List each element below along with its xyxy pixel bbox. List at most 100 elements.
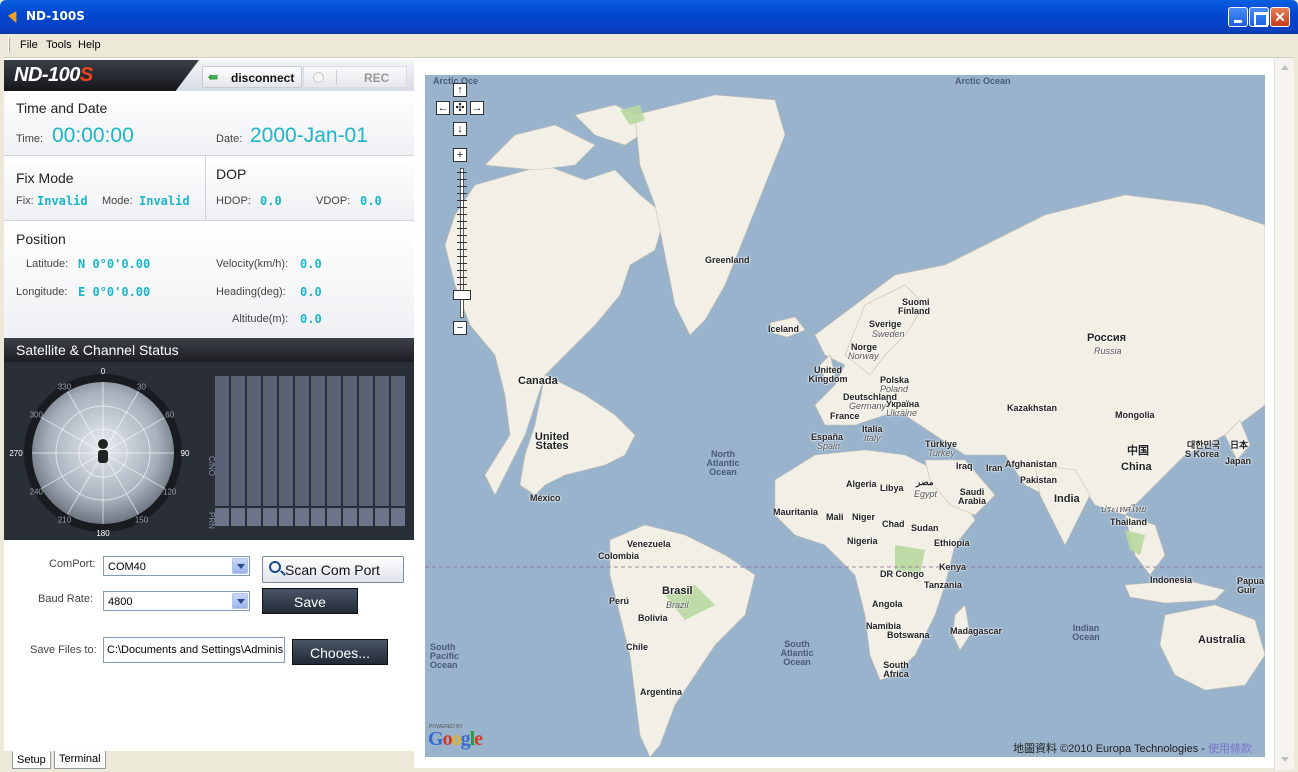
map-label-india: India	[1054, 493, 1080, 505]
longitude-value: E 0°0'0.00	[78, 285, 151, 299]
map-label-south-atlantic: South Atlantic Ocean	[780, 639, 814, 667]
map-label-ethiopia: Ethiopia	[934, 538, 970, 548]
fix-label: Fix:	[16, 195, 34, 207]
save-path-value: C:\Documents and Settings\Adminis	[107, 644, 284, 656]
map-copyright: 地圖資料 ©2010 Europa Technologies - 使用條款	[1013, 740, 1252, 756]
save-path-field[interactable]: C:\Documents and Settings\Adminis	[103, 637, 285, 663]
channel-bar	[375, 376, 389, 506]
terms-of-use-link[interactable]: 使用條款	[1208, 743, 1252, 755]
compass-label: 300	[30, 411, 44, 420]
heading-label: Heading(deg):	[216, 286, 286, 298]
divider	[205, 156, 206, 220]
map-label-canada: Canada	[518, 375, 558, 387]
zoom-tick	[457, 270, 467, 271]
rec-separator	[336, 70, 337, 84]
scan-label: Scan Com Port	[285, 562, 380, 578]
close-button[interactable]: ✕	[1270, 7, 1290, 27]
zoom-tick	[457, 284, 467, 285]
tab-setup[interactable]: Setup	[12, 751, 51, 769]
time-date-title: Time and Date	[16, 100, 108, 116]
altitude-value: 0.0	[300, 312, 322, 326]
window-title: ND-100S	[26, 9, 85, 23]
map-label-mongolia: Mongolia	[1115, 410, 1155, 420]
zoom-tick	[457, 228, 467, 229]
map-label-afghanistan: Afghanistan	[1005, 459, 1058, 469]
maximize-button[interactable]	[1249, 7, 1269, 27]
comport-value: COM40	[108, 561, 146, 573]
map-label-united-states: United States	[534, 431, 570, 452]
map-label-indonesia: Indonesia	[1150, 575, 1193, 585]
zoom-in-button[interactable]: +	[453, 148, 467, 162]
map-label-niger: Niger	[852, 512, 876, 522]
menu-file[interactable]: File	[20, 39, 38, 51]
zoom-tick	[457, 277, 467, 278]
map-label-kazakhstan: Kazakhstan	[1007, 403, 1058, 413]
map-label-botswana: Botswana	[887, 630, 930, 640]
map-label-north-atlantic: North Atlantic Ocean	[706, 449, 740, 477]
map-label-sverige: Sverige	[869, 319, 902, 329]
map-label-angola: Angola	[872, 599, 903, 609]
fix-value: Invalid	[37, 194, 88, 208]
latitude-value: N 0°0'0.00	[78, 257, 151, 271]
zoom-out-button[interactable]: −	[453, 321, 467, 335]
baud-rate-select[interactable]: 4800	[103, 591, 250, 611]
menu-help[interactable]: Help	[78, 39, 101, 51]
map-label-indian-ocean: Indian Ocean	[1072, 623, 1100, 642]
minimize-button[interactable]	[1228, 7, 1248, 27]
title-bar: ND-100S ✕	[0, 0, 1298, 34]
map-label-brazil: Brazil	[666, 600, 689, 610]
scroll-down-icon[interactable]	[1277, 752, 1293, 768]
save-button[interactable]: Save	[262, 588, 358, 614]
date-label: Date:	[216, 133, 243, 145]
choose-button[interactable]: Chooes...	[292, 639, 388, 665]
pan-right-button[interactable]: →	[470, 101, 484, 115]
pan-center-button[interactable]: ✣	[453, 101, 467, 115]
cno-label: C/NO	[207, 456, 216, 476]
map-label-iran: Iran	[986, 463, 1003, 473]
zoom-tick	[457, 263, 467, 264]
map-label-finland: Finland	[898, 306, 930, 316]
time-value: 00:00:00	[52, 124, 134, 147]
map-label-mexico: México	[530, 493, 561, 503]
chevron-down-icon[interactable]	[232, 558, 248, 574]
prn-cell	[295, 508, 309, 526]
compass-label: 60	[165, 411, 174, 420]
map-label-misr: مصر	[916, 477, 934, 487]
baud-rate-label: Baud Rate:	[38, 593, 94, 605]
map-label-brasil: Brasil	[662, 585, 693, 597]
map-label-united-kingdom: United Kingdom	[808, 365, 848, 384]
pan-up-button[interactable]: ↑	[453, 83, 467, 97]
menu-tools[interactable]: Tools	[46, 39, 72, 51]
scroll-up-icon[interactable]	[1277, 60, 1293, 76]
copyright-text: 地圖資料 ©2010 Europa Technologies -	[1013, 743, 1209, 755]
map-label-arctic-ocean: Arctic Ocean	[955, 76, 1011, 86]
map-label-china: China	[1121, 461, 1152, 473]
prn-cell	[359, 508, 373, 526]
time-label: Time:	[16, 133, 44, 145]
map-label-dr-congo: DR Congo	[880, 569, 924, 579]
map-label-russia: Russia	[1094, 346, 1122, 356]
prn-cell	[215, 508, 229, 526]
comport-select[interactable]: COM40	[103, 556, 250, 576]
scan-com-port-button[interactable]: Scan Com Port	[262, 556, 404, 583]
pan-down-button[interactable]: ↓	[453, 122, 467, 136]
map-label-colombia: Colombia	[598, 551, 640, 561]
prn-cell	[247, 508, 261, 526]
map-label-kenya: Kenya	[939, 562, 967, 572]
mode-value: Invalid	[139, 194, 190, 208]
channel-bar	[247, 376, 261, 506]
map-label-japan-jp: 日本	[1230, 440, 1249, 450]
brand-logo: ND-100S	[14, 64, 93, 86]
chevron-down-icon[interactable]	[232, 593, 248, 609]
minimize-icon	[1229, 8, 1247, 26]
disconnect-button[interactable]: ⇚ disconnect	[202, 66, 302, 88]
tab-terminal[interactable]: Terminal	[54, 751, 106, 769]
vertical-scrollbar[interactable]	[1274, 58, 1294, 770]
zoom-slider-thumb[interactable]	[453, 290, 471, 300]
rec-button[interactable]: REC	[303, 66, 407, 88]
channel-bar	[343, 376, 357, 506]
map-label-china-cn: 中国	[1127, 445, 1149, 457]
map-label-rossiya: Россия	[1087, 332, 1127, 344]
pan-left-button[interactable]: ←	[436, 101, 450, 115]
map-label-south-pacific: South Pacific Ocean	[430, 642, 460, 670]
